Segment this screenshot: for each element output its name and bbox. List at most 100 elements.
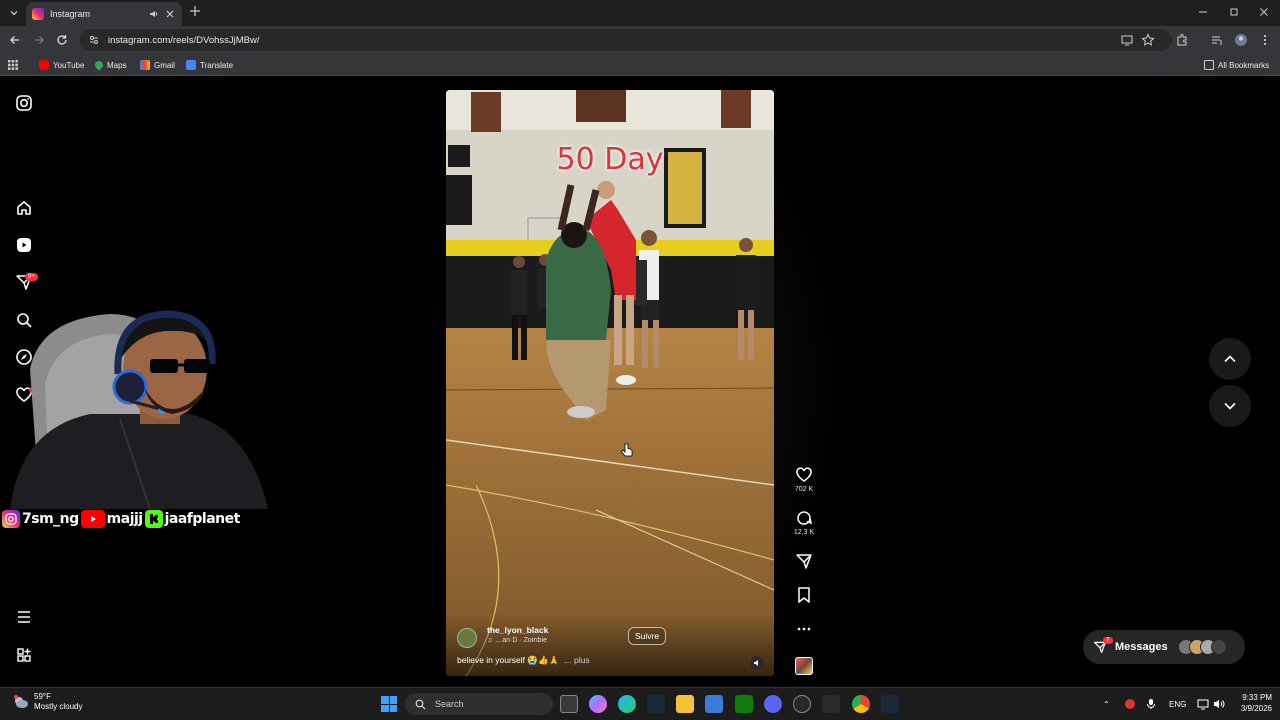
original-audio-thumbnail[interactable] [795, 657, 813, 675]
weather-widget[interactable]: 59°F Mostly cloudy [12, 692, 82, 712]
task-view-icon[interactable] [560, 695, 578, 713]
weather-cloudy-icon [12, 693, 30, 711]
tray-app-icon[interactable] [1124, 698, 1136, 710]
mute-toggle-icon[interactable] [750, 656, 764, 670]
message-avatars [1178, 639, 1227, 655]
microsoft-store-icon[interactable] [705, 695, 723, 713]
microphone-icon[interactable] [1146, 698, 1156, 710]
all-bookmarks-label: All Bookmarks [1218, 60, 1270, 70]
windows-start-button[interactable] [381, 696, 397, 712]
discord-icon[interactable] [764, 695, 782, 713]
tray-overflow-chevron-icon[interactable]: ⌃ [1103, 698, 1110, 710]
profile-avatar-icon[interactable] [1234, 33, 1248, 47]
next-reel-button[interactable] [1209, 385, 1251, 427]
home-icon[interactable] [15, 199, 33, 217]
share-paper-plane-icon [795, 552, 813, 570]
also-from-meta-icon[interactable] [15, 646, 33, 664]
volume-icon[interactable] [1213, 698, 1225, 710]
url-text: instagram.com/reels/DVohssJjMBw/ [108, 34, 260, 46]
kick-icon [144, 510, 163, 528]
music-note-icon: ♫ [487, 637, 493, 644]
reel-caption: believe in yourself 😭👍🙏 ... plus [457, 655, 590, 666]
restore-window-icon[interactable] [1228, 6, 1242, 20]
messages-button[interactable]: 7 Messages [1083, 630, 1245, 664]
caption-more-link[interactable]: ... plus [565, 655, 590, 665]
messages-label: Messages [1115, 641, 1168, 653]
save-button[interactable] [787, 586, 821, 604]
creator-avatar[interactable] [457, 628, 477, 648]
steam-client-icon[interactable] [881, 695, 899, 713]
more-options-button[interactable] [787, 620, 821, 638]
bookmark-youtube[interactable]: YouTube [39, 58, 84, 72]
social-tag-youtube: majjj [80, 510, 143, 528]
reel-video[interactable]: 50 Day the_lyon_black ♫ …an·D · Zombie S… [446, 90, 774, 676]
file-explorer-icon[interactable] [676, 695, 694, 713]
reload-icon[interactable] [55, 33, 69, 47]
browser-tab-instagram[interactable]: Instagram [26, 2, 182, 26]
start-logo-pane [389, 704, 397, 712]
tab-audio-icon[interactable] [148, 8, 160, 20]
avatar [1211, 639, 1227, 655]
weather-temp: 59°F [34, 692, 51, 701]
chevron-up-icon [1224, 355, 1236, 363]
bookmark-gmail[interactable]: Gmail [140, 58, 175, 72]
address-bar[interactable]: instagram.com/reels/DVohssJjMBw/ [80, 29, 1172, 51]
social-tag-instagram: 7sm_ng [2, 510, 79, 528]
reel-audio-track[interactable]: ♫ …an·D · Zombie [487, 637, 547, 644]
network-icon[interactable] [1197, 698, 1209, 710]
browser-tab-bar: Instagram [0, 0, 1280, 26]
back-arrow-icon[interactable] [8, 33, 22, 47]
social-tag-label: majjj [106, 511, 143, 527]
comment-count: 12,3 K [793, 529, 815, 536]
steam-icon[interactable] [647, 695, 665, 713]
taskbar-search[interactable]: Search [405, 693, 553, 715]
bookmark-label: YouTube [53, 60, 85, 70]
system-clock[interactable]: 9:33 PM 3/9/2026 [1228, 692, 1272, 714]
capcut-icon[interactable] [822, 695, 840, 713]
heart-icon [795, 466, 813, 484]
bookmarks-bar: YouTube Maps Gmail Translate All Bookmar… [0, 54, 1280, 76]
reels-icon[interactable] [15, 236, 33, 254]
gmail-icon [140, 60, 150, 70]
edge-icon[interactable] [618, 695, 636, 713]
bookmark-maps[interactable]: Maps [93, 58, 127, 72]
comment-button[interactable]: 12,3 K [787, 509, 821, 536]
search-placeholder: Search [435, 699, 464, 709]
follow-button[interactable]: Suivre [628, 627, 667, 645]
minimize-window-icon[interactable] [1197, 6, 1211, 20]
apps-grid-icon[interactable] [8, 58, 18, 72]
media-controls-icon[interactable] [1210, 33, 1224, 47]
new-tab-plus-icon[interactable] [189, 5, 203, 19]
tab-title: Instagram [50, 9, 91, 19]
browser-toolbar: instagram.com/reels/DVohssJjMBw/ [0, 26, 1280, 54]
language-indicator[interactable]: ENG [1169, 698, 1186, 710]
xbox-icon[interactable] [735, 695, 753, 713]
tab-search-chevron-icon[interactable] [6, 5, 22, 21]
obs-icon[interactable] [793, 695, 811, 713]
tab-close-icon[interactable] [164, 8, 176, 20]
creator-username[interactable]: the_lyon_black [487, 625, 548, 635]
stream-social-tags: 7sm_ng majjj jaafplanet [2, 509, 240, 529]
bookmark-icon [795, 586, 813, 604]
bookmark-label: Translate [200, 60, 234, 70]
bookmark-translate[interactable]: Translate [186, 58, 233, 72]
copilot-icon[interactable] [589, 695, 607, 713]
chrome-menu-kebab-icon[interactable] [1258, 33, 1272, 47]
previous-reel-button[interactable] [1209, 338, 1251, 380]
chrome-icon[interactable] [852, 695, 870, 713]
extensions-puzzle-icon[interactable] [1175, 33, 1189, 47]
all-bookmarks-folder[interactable]: All Bookmarks [1204, 58, 1269, 72]
menu-icon[interactable] [15, 608, 33, 626]
like-count: 702 K [794, 486, 814, 493]
share-button[interactable] [787, 552, 821, 570]
instagram-logo-icon[interactable] [15, 94, 33, 112]
close-window-icon[interactable] [1258, 6, 1272, 20]
like-button[interactable]: 702 K [787, 466, 821, 493]
bookmark-star-icon[interactable] [1141, 33, 1155, 47]
forward-arrow-icon[interactable] [32, 33, 46, 47]
bookmark-label: Maps [107, 60, 127, 70]
install-app-icon[interactable] [1120, 33, 1134, 47]
social-tag-kick: jaafplanet [144, 510, 240, 528]
instagram-favicon-icon [32, 8, 44, 20]
site-info-icon[interactable] [88, 34, 100, 46]
